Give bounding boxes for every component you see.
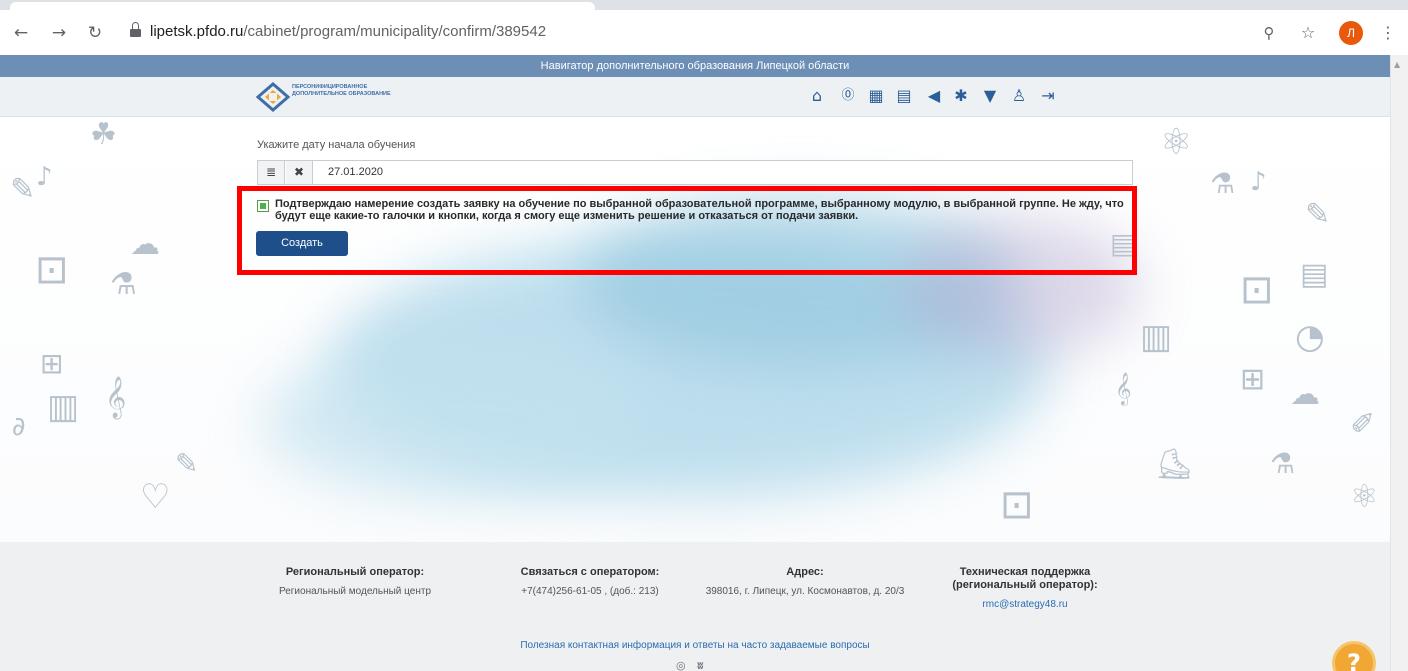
pie-chart-doodle: ◔ xyxy=(1295,317,1325,357)
atom-doodle: ⚛ xyxy=(1160,122,1193,163)
star-icon[interactable]: ☆ xyxy=(1297,22,1319,44)
address-bar[interactable]: lipetsk.pfdo.ru/cabinet/program/municipa… xyxy=(150,23,546,40)
megaphone-icon[interactable]: ◀ xyxy=(924,86,944,106)
faq-link[interactable]: Полезная контактная информация и ответы … xyxy=(0,640,1390,651)
cloud-doodle-2: ☁ xyxy=(1290,377,1320,412)
star-burst-icon[interactable]: ✱ xyxy=(951,86,971,106)
people-icon[interactable]: ♙ xyxy=(1009,86,1029,106)
footer-address-text: 398016, г. Липецк, ул. Космонавтов, д. 2… xyxy=(705,586,905,597)
atom-doodle-2: ⚛ xyxy=(1350,477,1379,515)
date-input[interactable]: 27.01.2020 xyxy=(328,166,383,178)
footer-operator: Региональный оператор: Региональный моде… xyxy=(270,566,440,598)
circuit-doodle-2: ⊞ xyxy=(1240,362,1266,397)
chart-doodle-2: ▥ xyxy=(1140,317,1173,357)
footer-contact-text: +7(474)256-61-05 , (доб.: 213) xyxy=(521,586,659,597)
robot-doodle: ⊡ xyxy=(35,247,69,293)
vk-icon[interactable]: ʬ xyxy=(697,659,704,671)
instagram-icon[interactable]: ◎ xyxy=(676,659,686,671)
music-note-doodle: ♪ xyxy=(36,162,53,192)
watercolor-wash xyxy=(260,347,640,497)
test-tube-doodle: ⚗ xyxy=(110,267,137,302)
clear-date-icon[interactable]: ✖ xyxy=(286,161,313,184)
footer-address-title: Адрес: xyxy=(786,566,824,578)
calendar-icon[interactable]: ≣ xyxy=(258,161,285,184)
music-note-doodle-2: ♪ xyxy=(1250,167,1267,197)
footer-support: Техническая поддержка (региональный опер… xyxy=(940,566,1110,611)
reload-icon[interactable]: ↻ xyxy=(84,22,106,44)
active-tab[interactable] xyxy=(10,2,595,10)
document-doodle: ▤ xyxy=(1300,257,1329,292)
home-icon[interactable]: ⌂ xyxy=(807,86,827,106)
site-banner: Навигатор дополнительного образования Ли… xyxy=(0,55,1390,77)
footer-operator-text: Региональный модельный центр xyxy=(278,586,432,597)
chart-doodle: ▥ xyxy=(47,387,80,427)
logout-icon[interactable]: ⇥ xyxy=(1038,86,1058,106)
footer-contact-title: Связаться с оператором: xyxy=(520,566,660,578)
hand-heart-doodle: ♡ xyxy=(140,477,171,517)
pencil-doodle: ✎ xyxy=(10,172,36,207)
avatar[interactable]: Л xyxy=(1339,21,1363,45)
confirm-text: Подтверждаю намерение создать заявку на … xyxy=(275,198,1124,222)
footer-support-email[interactable]: rmc@strategy48.ru xyxy=(940,598,1110,611)
logo-text: ПЕРСОНИФИЦИРОВАННОЕ ДОПОЛНИТЕЛЬНОЕ ОБРАЗ… xyxy=(292,84,391,97)
document-icon[interactable]: ▤ xyxy=(894,86,914,106)
lock-icon[interactable] xyxy=(130,22,141,38)
cloud-doodle: ☁ xyxy=(130,227,160,262)
url-host: lipetsk.pfdo.ru xyxy=(150,23,244,40)
leaf-doodle: ☘ xyxy=(90,117,117,152)
confirm-checkbox[interactable] xyxy=(257,200,269,212)
paperclip-doodle: ∂ xyxy=(12,412,26,442)
pencil-cup-doodle: ✐ xyxy=(1350,407,1376,442)
test-tube-doodle-2: ⚗ xyxy=(1210,167,1236,200)
circuit-doodle: ⊞ xyxy=(40,347,64,380)
pencil-doodle-2: ✎ xyxy=(175,447,199,480)
calendar-icon[interactable]: ▦ xyxy=(866,86,886,106)
footer-operator-title: Региональный оператор: xyxy=(285,566,425,578)
robot-doodle-3: ⊡ xyxy=(1000,482,1034,528)
footer xyxy=(0,542,1390,671)
treble-clef-doodle: 𝄞 xyxy=(105,377,127,418)
footer-support-title: Техническая поддержка (региональный опер… xyxy=(952,566,1098,591)
footer-address: Адрес: 398016, г. Липецк, ул. Космонавто… xyxy=(690,566,920,598)
robot-doodle-2: ⊡ xyxy=(1240,267,1274,313)
pencil-doodle-3: ✎ xyxy=(1305,197,1331,232)
ruble-icon[interactable]: ⓪ xyxy=(838,86,858,106)
tab-strip xyxy=(0,0,1408,10)
trophy-icon[interactable]: ▼ xyxy=(980,86,1000,106)
flask-doodle: ⚗ xyxy=(1270,447,1296,480)
zoom-icon[interactable]: ⚲ xyxy=(1258,22,1280,44)
site-nav xyxy=(0,77,1390,117)
skate-doodle: ⛸ xyxy=(1155,447,1194,482)
treble-clef-doodle-2: 𝄞 xyxy=(1115,372,1132,405)
scrollbar[interactable] xyxy=(1390,55,1408,671)
checkbox-fill xyxy=(260,203,266,209)
scroll-up-icon[interactable]: ▲ xyxy=(1394,60,1400,69)
url-path: /cabinet/program/municipality/confirm/38… xyxy=(243,23,547,40)
more-vertical-icon[interactable]: ⋮ xyxy=(1377,22,1399,44)
footer-contact: Связаться с оператором: +7(474)256-61-05… xyxy=(495,566,685,598)
arrow-left-icon[interactable]: ← xyxy=(10,22,32,44)
date-label: Укажите дату начала обучения xyxy=(257,139,416,151)
date-input-group: ≣ ✖ 27.01.2020 xyxy=(257,160,1133,185)
create-button[interactable]: Создать xyxy=(256,231,348,256)
arrow-right-icon[interactable]: → xyxy=(48,22,70,44)
